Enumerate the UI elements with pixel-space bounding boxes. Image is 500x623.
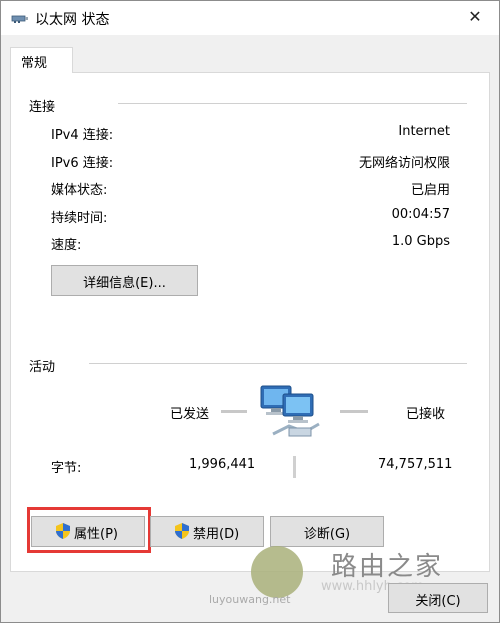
bytes-separator	[293, 456, 296, 478]
ipv4-value: Internet	[398, 124, 450, 139]
diagnose-button-label: 诊断(G)	[303, 527, 351, 542]
details-button-label: 详细信息(E)...	[83, 276, 166, 291]
highlight-box	[27, 507, 151, 553]
sent-line	[221, 410, 247, 413]
bytes-sent-value: 1,996,441	[189, 457, 256, 472]
duration-label: 持续时间:	[51, 211, 108, 226]
network-activity-icon	[260, 385, 320, 437]
speed-value: 1.0 Gbps	[391, 234, 450, 249]
watermark-brand: 路由之家	[331, 552, 444, 582]
bytes-received-value: 74,757,511	[378, 457, 453, 472]
disable-button[interactable]: 禁用(D)	[150, 516, 264, 547]
watermark-small-url: luyouwang.net	[209, 593, 291, 606]
duration-value: 00:04:57	[391, 207, 450, 222]
disable-button-label: 禁用(D)	[193, 527, 240, 542]
ipv6-value: 无网络访问权限	[358, 156, 450, 171]
media-state-label: 媒体状态:	[51, 183, 108, 198]
title-bar[interactable]: 以太网 状态 ✕	[1, 1, 499, 35]
connection-heading: 连接	[29, 100, 56, 115]
media-state-value: 已启用	[410, 183, 450, 198]
close-button-label: 关闭(C)	[415, 594, 461, 609]
ethernet-status-window: 以太网 状态 ✕ 常规 连接 IPv4 连接: Internet IPv6 连接…	[0, 0, 500, 623]
bytes-label: 字节:	[51, 461, 82, 476]
activity-divider	[89, 363, 467, 364]
details-button[interactable]: 详细信息(E)...	[51, 265, 198, 296]
diagnose-button[interactable]: 诊断(G)	[270, 516, 384, 547]
activity-heading: 活动	[29, 360, 56, 375]
received-label: 已接收	[406, 407, 446, 422]
watermark-logo	[251, 546, 303, 598]
general-panel	[10, 72, 490, 572]
close-button[interactable]: 关闭(C)	[388, 583, 488, 613]
ipv4-label: IPv4 连接:	[51, 128, 114, 143]
received-line	[340, 410, 368, 413]
tab-general[interactable]: 常规	[10, 47, 73, 73]
network-adapter-icon	[11, 15, 28, 23]
uac-shield-icon	[175, 523, 189, 539]
connection-divider	[118, 103, 467, 104]
window-title: 以太网 状态	[35, 12, 110, 28]
sent-label: 已发送	[170, 407, 210, 422]
close-window-icon[interactable]: ✕	[465, 7, 485, 27]
tab-general-label: 常规	[21, 56, 48, 71]
speed-label: 速度:	[51, 238, 82, 253]
ipv6-label: IPv6 连接:	[51, 156, 114, 171]
